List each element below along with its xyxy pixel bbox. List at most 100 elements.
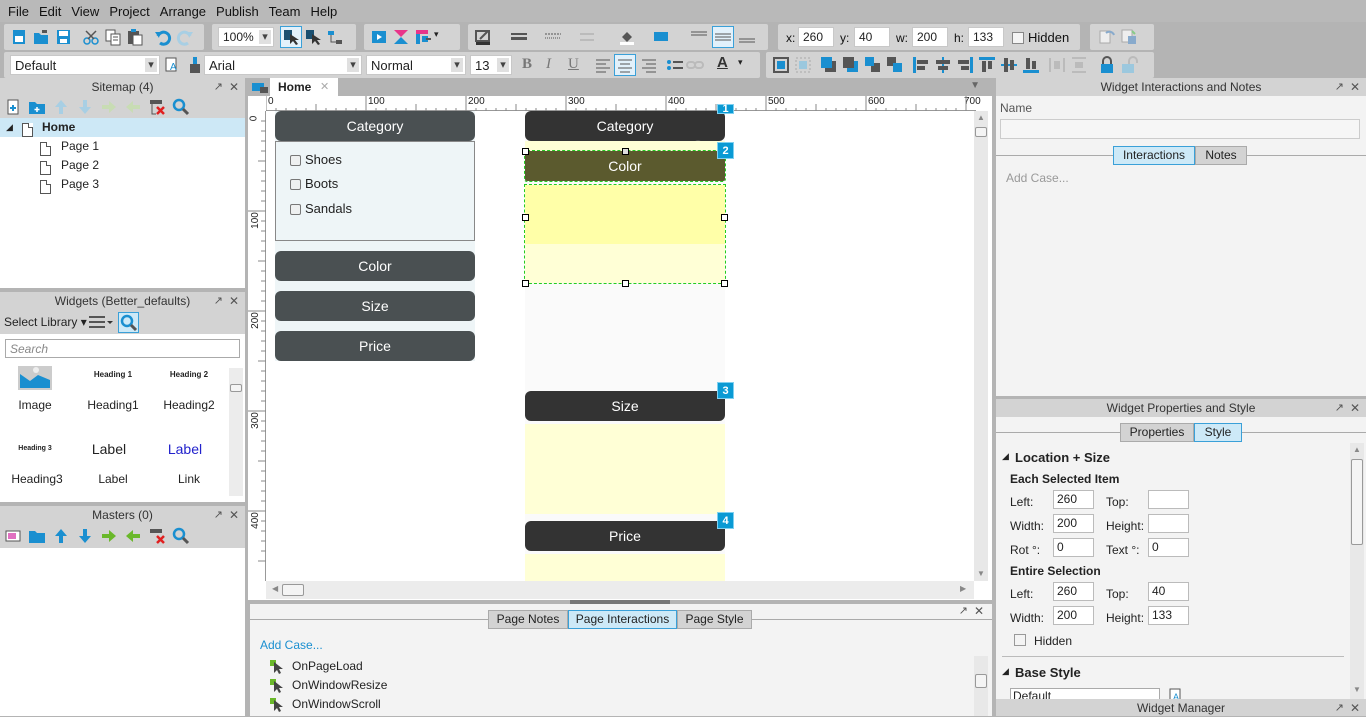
pop-out-icon[interactable]: ↗	[214, 292, 223, 310]
image-widget-preview[interactable]	[18, 366, 52, 390]
scroll-thumb[interactable]	[975, 674, 987, 688]
menu-edit[interactable]: Edit	[39, 4, 61, 19]
hidden-checkbox[interactable]	[1014, 634, 1026, 646]
widget-name-input[interactable]	[1000, 119, 1360, 139]
each-height-input[interactable]	[1148, 514, 1189, 533]
heading3-widget-preview[interactable]: Heading 3	[0, 445, 70, 452]
pop-out-icon[interactable]: ↗	[1335, 399, 1344, 417]
unlock-icon[interactable]	[1120, 56, 1138, 74]
selection-handle[interactable]	[522, 280, 529, 287]
padding-bottom-icon[interactable]	[738, 28, 756, 46]
h-input[interactable]: 133	[968, 27, 1004, 47]
cut-icon[interactable]	[82, 28, 100, 46]
delete-icon[interactable]	[148, 527, 166, 545]
widget-search-input[interactable]: Search	[5, 339, 240, 358]
new-page-icon[interactable]	[10, 28, 28, 46]
redo-icon[interactable]	[176, 28, 194, 46]
right-category-header[interactable]: Category	[525, 111, 725, 141]
right-size-header[interactable]: Size	[525, 391, 725, 421]
right-price-header[interactable]: Price	[525, 521, 725, 551]
align-tops-icon[interactable]	[978, 56, 996, 74]
collapse-icon[interactable]: ◢	[1002, 666, 1009, 677]
align-rights-icon[interactable]	[956, 56, 974, 74]
ungroup-icon[interactable]	[794, 56, 812, 74]
option-boots[interactable]: Boots	[290, 176, 338, 191]
menu-arrange[interactable]: Arrange	[160, 4, 206, 19]
scroll-up-icon[interactable]: ▲	[1353, 445, 1361, 454]
delete-icon[interactable]	[148, 98, 166, 116]
align-lefts-icon[interactable]	[912, 56, 930, 74]
send-back-icon[interactable]	[842, 56, 860, 74]
copy-icon[interactable]	[104, 28, 122, 46]
entire-width-input[interactable]: 200	[1053, 606, 1094, 625]
move-up-icon[interactable]	[52, 527, 70, 545]
selection-handle[interactable]	[721, 280, 728, 287]
group-icon[interactable]	[772, 56, 790, 74]
open-folder-icon[interactable]	[32, 28, 50, 46]
entire-top-input[interactable]: 40	[1148, 582, 1189, 601]
events-scrollbar[interactable]	[974, 656, 988, 716]
menu-view[interactable]: View	[71, 4, 99, 19]
tab-list-dropdown[interactable]: ▼	[970, 80, 980, 91]
search-icon[interactable]	[172, 98, 190, 116]
selection-handle[interactable]	[721, 214, 728, 221]
hidden-checkbox[interactable]	[1012, 32, 1024, 44]
tab-page-notes[interactable]: Page Notes	[488, 610, 568, 629]
tab-interactions[interactable]: Interactions	[1113, 146, 1195, 165]
close-icon[interactable]: ✕	[229, 506, 239, 524]
tab-page-style[interactable]: Page Style	[677, 610, 752, 629]
pop-out-icon[interactable]: ↗	[214, 506, 223, 524]
menu-help[interactable]: Help	[310, 4, 337, 19]
add-folder-icon[interactable]	[28, 527, 46, 545]
close-icon[interactable]: ✕	[1350, 78, 1360, 96]
sitemap-toggle-icon[interactable]	[252, 81, 268, 93]
font-weight-select[interactable]: Normal	[366, 55, 466, 75]
right-color-header[interactable]: Color	[524, 150, 726, 182]
outdent-icon[interactable]	[124, 527, 142, 545]
add-case-link[interactable]: Add Case...	[260, 638, 323, 652]
distribute-vertical-icon[interactable]	[1070, 56, 1088, 74]
label-widget-preview[interactable]: Label	[74, 441, 144, 457]
search-icon[interactable]	[172, 527, 190, 545]
tab-notes[interactable]: Notes	[1195, 146, 1247, 165]
arrow-style-icon[interactable]	[578, 28, 596, 46]
search-icon[interactable]	[118, 312, 139, 333]
menu-project[interactable]: Project	[109, 4, 149, 19]
scroll-right-icon[interactable]: ▶	[960, 584, 966, 593]
base-style-select[interactable]: Default	[1010, 688, 1160, 699]
align-center-icon[interactable]	[614, 54, 636, 76]
tab-properties[interactable]: Properties	[1120, 423, 1194, 442]
add-page-icon[interactable]	[4, 98, 22, 116]
indent-icon[interactable]	[100, 98, 118, 116]
scroll-down-icon[interactable]: ▼	[1353, 685, 1361, 694]
share-icon[interactable]	[392, 28, 410, 46]
connector-icon[interactable]	[326, 28, 344, 46]
event-onwindowresize[interactable]: OnWindowResize	[270, 676, 387, 694]
align-left-icon[interactable]	[594, 56, 612, 74]
zoom-select[interactable]: 100%	[218, 27, 274, 47]
bring-forward-icon[interactable]	[864, 56, 882, 74]
scroll-thumb[interactable]	[1351, 459, 1363, 545]
fill-color-icon[interactable]	[618, 28, 636, 46]
line-thickness-icon[interactable]	[510, 28, 528, 46]
add-master-icon[interactable]	[4, 527, 22, 545]
tab-page-interactions[interactable]: Page Interactions	[568, 610, 677, 629]
collapse-icon[interactable]: ◢	[1002, 451, 1009, 462]
left-size-header[interactable]: Size	[275, 291, 475, 321]
each-width-input[interactable]: 200	[1053, 514, 1094, 533]
border-color-icon[interactable]	[474, 28, 492, 46]
distribute-horizontal-icon[interactable]	[1048, 56, 1066, 74]
convert-to-master-icon[interactable]	[1098, 28, 1116, 46]
text-rotation-input[interactable]: 0	[1148, 538, 1189, 557]
menu-team[interactable]: Team	[269, 4, 301, 19]
format-painter-icon[interactable]: A	[164, 56, 182, 74]
scroll-left-icon[interactable]: ◀	[272, 584, 278, 593]
pop-out-icon[interactable]: ↗	[1335, 78, 1344, 96]
add-case-link[interactable]: Add Case...	[1006, 171, 1069, 185]
properties-scrollbar[interactable]: ▲ ▼	[1350, 443, 1364, 699]
option-sandals[interactable]: Sandals	[290, 201, 352, 216]
move-up-icon[interactable]	[52, 98, 70, 116]
selection-handle[interactable]	[522, 148, 529, 155]
canvas-vertical-scrollbar[interactable]: ▲ ▼	[974, 111, 988, 581]
lock-icon[interactable]	[1098, 56, 1116, 74]
